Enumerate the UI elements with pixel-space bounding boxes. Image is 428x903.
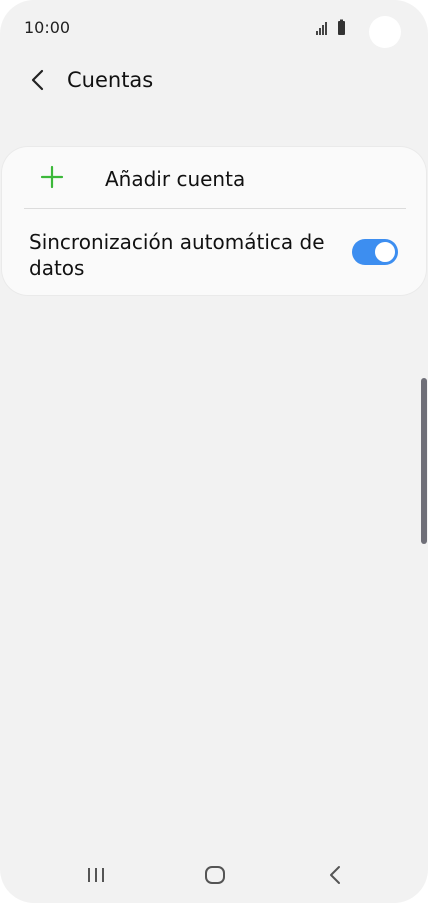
back-icon [330,866,340,884]
auto-sync-label: Sincronización automática de datos [29,230,325,280]
screen: 10:00 Cuentas Añadir cuenta Sincronizaci… [0,0,428,903]
add-account-label: Añadir cuenta [105,167,246,191]
page-title: Cuentas [67,68,154,92]
signal-battery-icon [316,19,345,35]
nav-back-button[interactable] [315,860,355,890]
toggle-knob [373,240,397,264]
navigation-bar [0,848,428,903]
recents-button[interactable] [76,860,116,890]
header: Cuentas [0,56,428,106]
scrollbar[interactable] [421,378,427,544]
accounts-card: Añadir cuenta Sincronización automática … [2,147,426,295]
status-time: 10:00 [24,18,71,37]
plus-icon [40,165,64,189]
status-bar: 10:00 [0,0,428,56]
home-button[interactable] [195,860,235,890]
auto-sync-toggle[interactable] [352,239,398,265]
back-button[interactable] [22,64,54,96]
chevron-left-icon [31,69,44,91]
recents-icon [88,868,104,882]
add-account-button[interactable]: Añadir cuenta [2,147,426,209]
camera-cutout [369,16,401,48]
auto-sync-row[interactable]: Sincronización automática de datos [2,209,426,295]
home-icon [205,866,225,884]
